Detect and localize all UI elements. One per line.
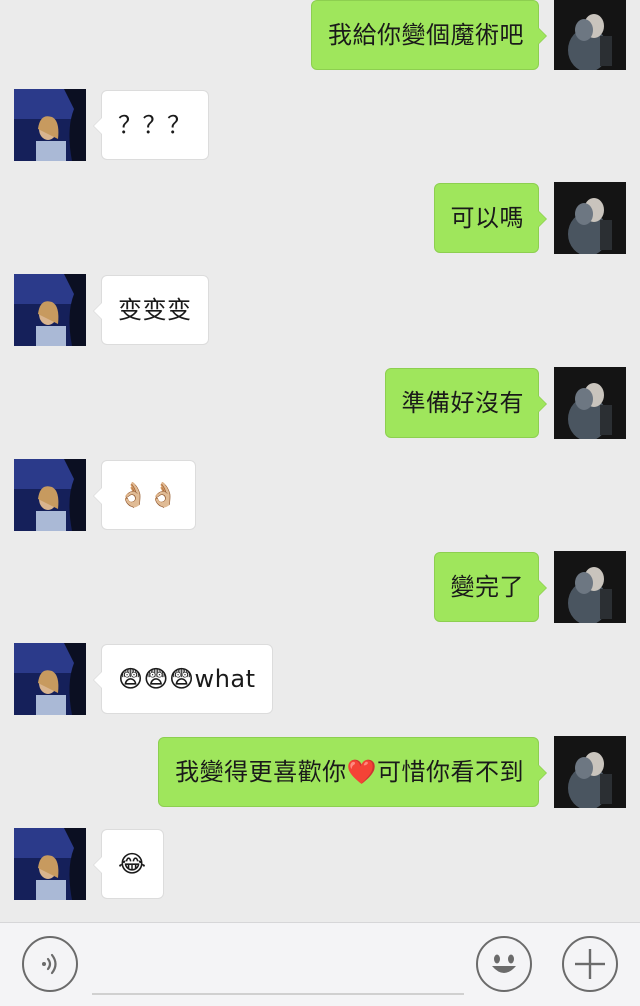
message-bubble-incoming[interactable]: 😂 (93, 829, 164, 899)
message-row-outgoing: 我變得更喜歡你❤️可惜你看不到 (0, 736, 640, 809)
message-row-incoming: 变变变 (0, 274, 640, 347)
voice-icon[interactable] (22, 936, 78, 992)
friend-avatar[interactable] (14, 828, 86, 900)
message-bubble-incoming[interactable]: 变变变 (93, 275, 209, 345)
message-row-outgoing: 準備好沒有 (0, 367, 640, 440)
message-bubble-outgoing[interactable]: 變完了 (433, 552, 547, 622)
friend-avatar[interactable] (14, 89, 86, 161)
message-text: 準備好沒有 (401, 389, 524, 417)
message-bubble-outgoing[interactable]: 準備好沒有 (384, 368, 547, 438)
message-text: 变变变 (118, 296, 192, 324)
message-bubble-incoming[interactable]: 😨😨😨what (93, 644, 273, 714)
message-row-outgoing: 我給你變個魔術吧 (0, 0, 640, 72)
friend-avatar[interactable] (14, 643, 86, 715)
message-input[interactable] (92, 937, 464, 995)
friend-avatar[interactable] (14, 274, 86, 346)
message-bubble-outgoing[interactable]: 我給你變個魔術吧 (311, 0, 547, 70)
plus-icon[interactable] (562, 936, 618, 992)
message-row-incoming: 👌🏼👌🏼 (0, 459, 640, 532)
message-bubble-outgoing[interactable]: 可以嗎 (433, 183, 547, 253)
self-avatar[interactable] (554, 551, 626, 623)
chat-message-list[interactable]: 我給你變個魔術吧 ？？？ 可以嗎 变变变 準備好沒有 👌🏼👌🏼 變完了 😨😨😨w… (0, 0, 640, 922)
message-bubble-incoming[interactable]: ？？？ (93, 90, 209, 160)
message-row-outgoing: 可以嗎 (0, 182, 640, 255)
message-bubble-incoming[interactable]: 👌🏼👌🏼 (93, 460, 196, 530)
self-avatar[interactable] (554, 367, 626, 439)
message-row-incoming: ？？？ (0, 89, 640, 162)
message-text: 可以嗎 (450, 204, 524, 232)
self-avatar[interactable] (554, 0, 626, 70)
message-text: ？？？ (118, 111, 192, 139)
message-row-incoming: 😨😨😨what (0, 643, 640, 716)
message-text: 變完了 (450, 573, 524, 601)
message-text: 😨😨😨what (118, 665, 256, 693)
message-text: 😂 (118, 850, 147, 878)
chat-input-bar (0, 922, 640, 1006)
self-avatar[interactable] (554, 182, 626, 254)
message-row-incoming: 😂 (0, 828, 640, 901)
message-text: 我給你變個魔術吧 (328, 21, 524, 49)
message-row-outgoing: 變完了 (0, 551, 640, 624)
message-bubble-outgoing[interactable]: 我變得更喜歡你❤️可惜你看不到 (158, 737, 547, 807)
friend-avatar[interactable] (14, 459, 86, 531)
self-avatar[interactable] (554, 736, 626, 808)
message-text: 👌🏼👌🏼 (118, 481, 179, 509)
message-text: 我變得更喜歡你❤️可惜你看不到 (175, 758, 524, 786)
emoji-icon[interactable] (476, 936, 532, 992)
